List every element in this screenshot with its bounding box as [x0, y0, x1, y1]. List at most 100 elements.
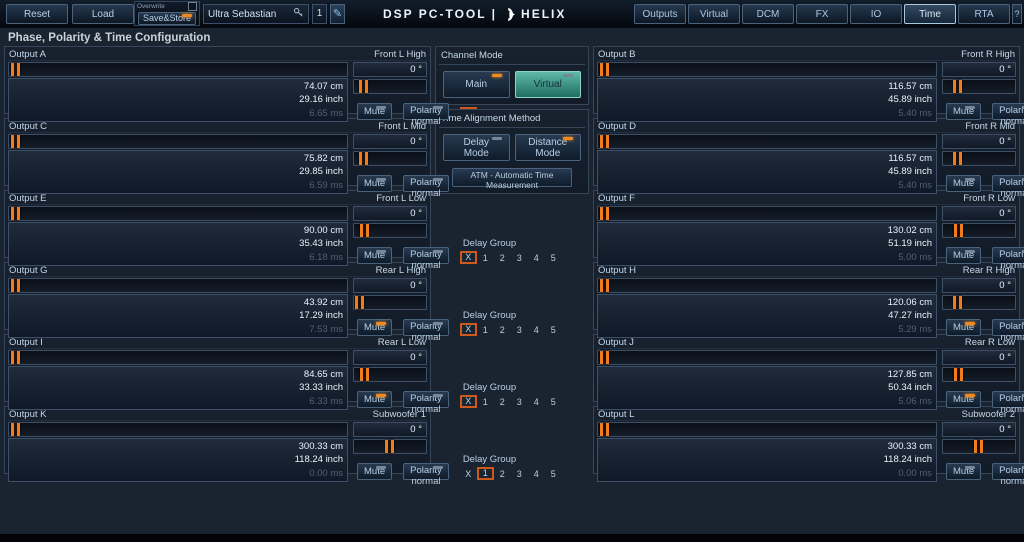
delay-mode-button[interactable]: Delay Mode [443, 134, 510, 161]
mute-button[interactable]: Mute [946, 463, 981, 480]
polarity-button[interactable]: Polarity normal [403, 319, 449, 336]
polarity-button[interactable]: Polarity normal [403, 391, 449, 408]
delay-ms-value: 6.18 ms [13, 252, 343, 263]
nav-rta-button[interactable]: RTA [958, 4, 1010, 24]
polarity-button[interactable]: Polarity normal [992, 175, 1024, 192]
delay-slider[interactable] [353, 151, 427, 166]
nav-dcm-button[interactable]: DCM [742, 4, 794, 24]
key-icon [293, 5, 304, 23]
phase-slider-handle[interactable] [600, 63, 609, 76]
phase-slider[interactable] [597, 206, 937, 221]
mute-button[interactable]: Mute [946, 103, 981, 120]
phase-slider[interactable] [597, 422, 937, 437]
phase-slider-handle[interactable] [11, 63, 20, 76]
phase-slider[interactable] [8, 206, 348, 221]
save-store-button[interactable]: Save&Store [138, 12, 196, 25]
help-button[interactable]: ? [1012, 4, 1022, 24]
delay-slider[interactable] [942, 295, 1016, 310]
delay-slider[interactable] [353, 439, 427, 454]
memory-slot[interactable]: 1 [312, 4, 327, 24]
delay-slider[interactable] [942, 151, 1016, 166]
main-mode-led [492, 74, 502, 77]
polarity-button[interactable]: Polarity normal [992, 319, 1024, 336]
polarity-button[interactable]: Polarity normal [992, 391, 1024, 408]
setup-name-field[interactable]: Ultra Sebastian [203, 4, 309, 24]
delay-slider[interactable] [353, 367, 427, 382]
delay-slider-handle[interactable] [360, 368, 369, 381]
delay-slider-handle[interactable] [355, 296, 364, 309]
polarity-button[interactable]: Polarity normal [992, 103, 1024, 120]
delay-slider[interactable] [353, 223, 427, 238]
main-mode-button[interactable]: Main [443, 71, 510, 98]
mute-button[interactable]: Mute [357, 391, 392, 408]
phase-slider[interactable] [597, 278, 937, 293]
delay-slider[interactable] [353, 79, 427, 94]
phase-slider-handle[interactable] [600, 423, 609, 436]
phase-slider-handle[interactable] [600, 351, 609, 364]
phase-slider-handle[interactable] [11, 423, 20, 436]
mute-button[interactable]: Mute [357, 463, 392, 480]
phase-slider[interactable] [8, 278, 348, 293]
delay-slider[interactable] [942, 439, 1016, 454]
atm-button[interactable]: ATM - Automatic Time Measurement [452, 168, 572, 187]
delay-slider-handle[interactable] [954, 368, 963, 381]
mute-button[interactable]: Mute [946, 175, 981, 192]
phase-slider[interactable] [8, 62, 348, 77]
phase-value: 0 ° [353, 206, 427, 221]
mute-button[interactable]: Mute [946, 247, 981, 264]
delay-slider[interactable] [942, 367, 1016, 382]
mute-button[interactable]: Mute [357, 319, 392, 336]
phase-slider-handle[interactable] [11, 351, 20, 364]
delay-slider-handle[interactable] [974, 440, 983, 453]
virtual-mode-button[interactable]: Virtual [515, 71, 582, 98]
delay-mode-led [492, 137, 502, 140]
delay-slider[interactable] [942, 79, 1016, 94]
phase-slider-handle[interactable] [11, 279, 20, 292]
delay-slider-handle[interactable] [954, 224, 963, 237]
delay-slider[interactable] [353, 295, 427, 310]
polarity-button[interactable]: Polarity normal [403, 175, 449, 192]
delay-slider[interactable] [942, 223, 1016, 238]
nav-time-button[interactable]: Time [904, 4, 956, 24]
delay-slider-handle[interactable] [360, 224, 369, 237]
phase-slider[interactable] [597, 134, 937, 149]
phase-slider[interactable] [597, 62, 937, 77]
phase-slider-handle[interactable] [600, 207, 609, 220]
delay-inch-value: 47.27 inch [602, 310, 932, 321]
polarity-button[interactable]: Polarity normal [992, 463, 1024, 480]
edit-icon[interactable]: ✎ [330, 4, 345, 24]
delay-cm-value: 43.92 cm [13, 297, 343, 308]
polarity-button[interactable]: Polarity normal [403, 463, 449, 480]
polarity-button[interactable]: Polarity normal [403, 103, 449, 120]
delay-slider-handle[interactable] [953, 152, 962, 165]
phase-slider[interactable] [8, 350, 348, 365]
nav-fx-button[interactable]: FX [796, 4, 848, 24]
phase-slider-handle[interactable] [600, 279, 609, 292]
delay-slider-handle[interactable] [359, 80, 368, 93]
nav-io-button[interactable]: IO [850, 4, 902, 24]
nav-outputs-button[interactable]: Outputs [634, 4, 686, 24]
phase-slider[interactable] [8, 422, 348, 437]
mute-button[interactable]: Mute [357, 247, 392, 264]
delay-slider-handle[interactable] [385, 440, 394, 453]
delay-slider-handle[interactable] [953, 296, 962, 309]
mute-button[interactable]: Mute [357, 175, 392, 192]
output-id: Output B [598, 49, 636, 60]
nav-virtual-button[interactable]: Virtual [688, 4, 740, 24]
phase-slider-handle[interactable] [600, 135, 609, 148]
delay-slider-handle[interactable] [359, 152, 368, 165]
mute-button[interactable]: Mute [946, 319, 981, 336]
phase-slider[interactable] [8, 134, 348, 149]
phase-slider-handle[interactable] [11, 207, 20, 220]
delay-slider-handle[interactable] [953, 80, 962, 93]
phase-slider-handle[interactable] [11, 135, 20, 148]
mute-button[interactable]: Mute [357, 103, 392, 120]
mute-button[interactable]: Mute [946, 391, 981, 408]
overwrite-checkbox[interactable] [188, 2, 197, 11]
phase-slider[interactable] [597, 350, 937, 365]
distance-mode-button[interactable]: Distance Mode [515, 134, 582, 161]
reset-button[interactable]: Reset [6, 4, 68, 24]
load-button[interactable]: Load [72, 4, 134, 24]
polarity-button[interactable]: Polarity normal [403, 247, 449, 264]
polarity-button[interactable]: Polarity normal [992, 247, 1024, 264]
